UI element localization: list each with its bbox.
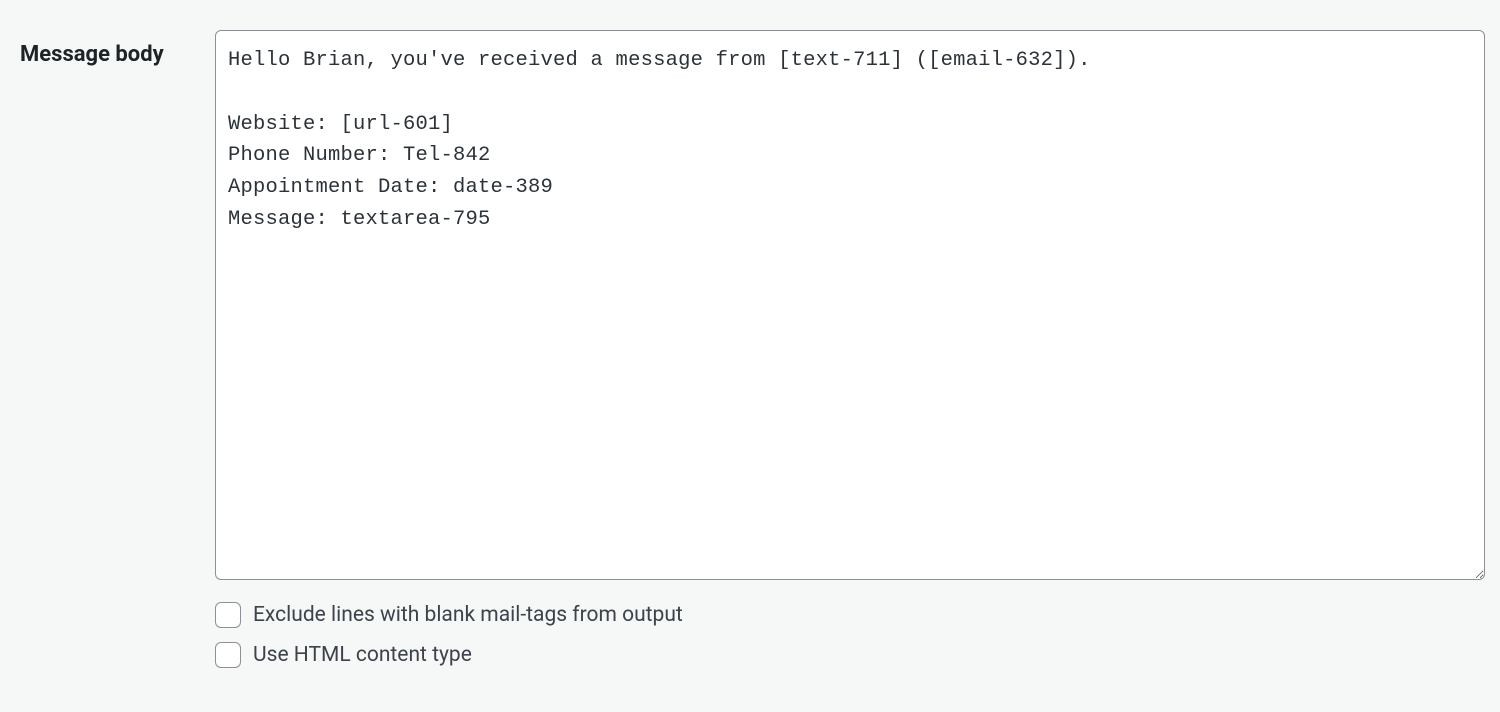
exclude-blank-label[interactable]: Exclude lines with blank mail-tags from … [253, 603, 683, 627]
message-body-label: Message body [20, 42, 164, 67]
message-body-row: Message body Exclude lines with blank ma… [0, 0, 1500, 668]
exclude-blank-row: Exclude lines with blank mail-tags from … [215, 602, 1485, 628]
use-html-label[interactable]: Use HTML content type [253, 643, 472, 667]
message-body-textarea[interactable] [215, 30, 1485, 580]
exclude-blank-checkbox[interactable] [215, 602, 241, 628]
label-column: Message body [20, 30, 215, 67]
use-html-checkbox[interactable] [215, 642, 241, 668]
use-html-row: Use HTML content type [215, 642, 1485, 668]
field-column: Exclude lines with blank mail-tags from … [215, 30, 1485, 668]
